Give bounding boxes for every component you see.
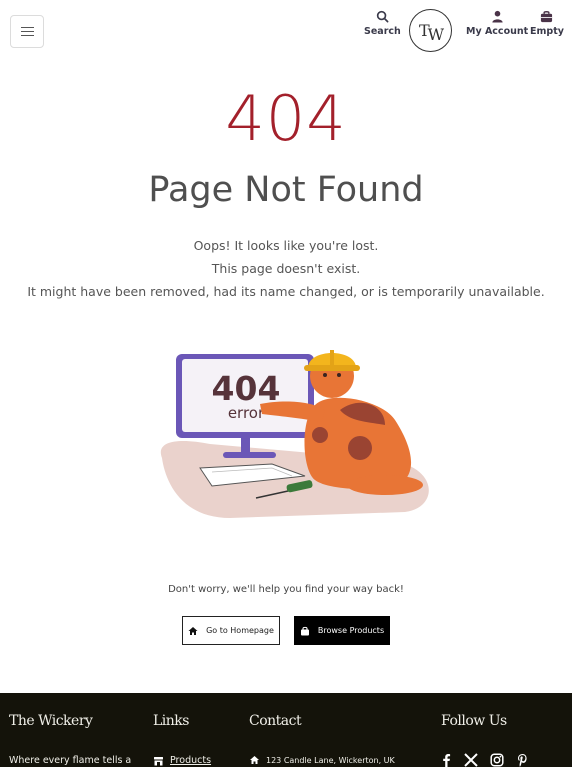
footer-contact-address: 123 Candle Lane, Wickerton, UK — [249, 755, 395, 765]
home-icon — [188, 626, 198, 635]
screen-word-text: error — [228, 404, 265, 422]
home-icon — [250, 756, 259, 764]
footer-links-title: Links — [153, 713, 189, 729]
account-button[interactable]: My Account — [466, 10, 528, 37]
pinterest-icon[interactable] — [516, 753, 529, 767]
account-label: My Account — [466, 26, 529, 37]
screen-code-text: 404 — [212, 369, 281, 408]
hamburger-icon-line — [20, 26, 34, 28]
error-code: 404 — [225, 82, 347, 155]
instagram-icon[interactable] — [490, 753, 504, 767]
page-title: Page Not Found — [148, 170, 424, 210]
footer-brand-title: The Wickery — [9, 713, 93, 729]
hamburger-icon-line — [20, 30, 34, 33]
x-icon[interactable] — [464, 753, 478, 767]
site-logo[interactable]: TW — [409, 9, 452, 52]
search-icon — [376, 10, 389, 23]
social-links — [440, 753, 529, 767]
error-message-line-3: It might have been removed, had its name… — [27, 284, 545, 299]
home-button-label: Go to Homepage — [206, 626, 274, 635]
menu-button[interactable] — [10, 15, 44, 48]
footer-brand-text: Where every flame tells a — [9, 755, 131, 766]
user-icon — [491, 10, 503, 23]
error-message-line-2: This page doesn't exist. — [211, 261, 361, 276]
hamburger-icon-line — [20, 35, 34, 37]
logo-letter-w: W — [427, 25, 445, 44]
shopping-bag-icon — [541, 10, 553, 23]
footer-contact-title: Contact — [249, 713, 302, 729]
go-to-homepage-button[interactable]: Go to Homepage — [182, 616, 280, 645]
browse-products-button[interactable]: Browse Products — [294, 616, 390, 645]
facebook-icon[interactable] — [440, 753, 452, 767]
footer-follow-title: Follow Us — [441, 713, 507, 729]
store-icon — [154, 756, 163, 765]
site-footer: The Wickery Links Contact Follow Us Wher… — [0, 693, 572, 767]
footer-contact-address-label: 123 Candle Lane, Wickerton, UK — [266, 755, 395, 765]
browse-button-label: Browse Products — [317, 626, 385, 635]
footer-brand-text-label: Where every flame tells a — [9, 755, 132, 766]
footer-link-products-label: Products — [170, 755, 212, 766]
cart-button[interactable]: Empty — [530, 10, 564, 37]
cat-404-illustration: 404 error — [160, 350, 429, 518]
cart-label: Empty — [530, 26, 564, 37]
search-label: Search — [364, 26, 401, 37]
error-message-line-1: Oops! It looks like you're lost. — [193, 238, 379, 253]
site-header: Search TW My Account Empty — [0, 0, 572, 66]
shopping-bag-icon — [300, 626, 309, 635]
search-button[interactable]: Search — [364, 10, 401, 37]
logo-letter-t: T — [418, 21, 430, 40]
footer-link-products[interactable]: Products — [153, 755, 211, 766]
reassurance-text: Don't worry, we'll help you find your wa… — [168, 584, 404, 595]
